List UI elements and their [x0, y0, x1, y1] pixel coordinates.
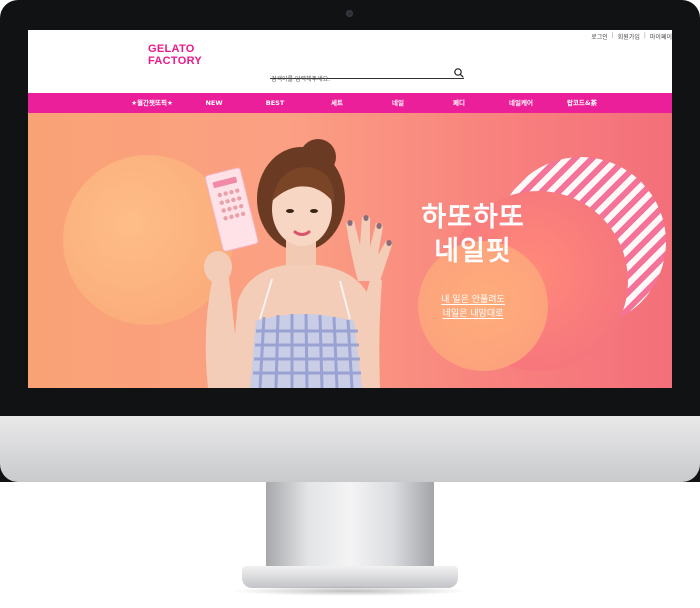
nav-item-set[interactable]: 세트 — [331, 93, 343, 113]
hero-title: 하또하또 네일핏 — [358, 201, 588, 269]
monitor-bezel: 로그인 | 회원가입 | 마이페이 GELATO FACTORY ★월간챗또픽★… — [0, 0, 700, 482]
nav-item-collab[interactable]: 랍코드&茶 — [567, 93, 597, 113]
stand-shadow — [230, 586, 470, 596]
top-utility-links: 로그인 | 회원가입 | 마이페이 — [591, 32, 672, 41]
monitor-chin — [0, 416, 700, 482]
monitor-stand-base — [242, 566, 458, 588]
monitor-stand-neck — [266, 482, 434, 572]
webcam-icon — [346, 10, 353, 17]
hero-subtitle: 내 일은 안풀려도 네일은 내맘대로 — [358, 293, 588, 321]
search-bar — [270, 66, 465, 86]
nav-item-pedi[interactable]: 페디 — [453, 93, 465, 113]
nav-item-nail-care[interactable]: 네일케어 — [509, 93, 533, 113]
nav-item-new[interactable]: NEW — [205, 93, 222, 113]
login-link[interactable]: 로그인 — [591, 32, 608, 41]
main-nav: ★월간챗또픽★ NEW BEST 세트 네일 페디 네일케어 랍코드&茶 — [28, 93, 672, 113]
search-input[interactable] — [270, 73, 440, 86]
logo-line2: FACTORY — [148, 55, 203, 67]
logo-line1: GELATO — [148, 43, 195, 55]
mypage-link[interactable]: 마이페이 — [650, 32, 672, 41]
nav-item-monthly-pick[interactable]: ★월간챗또픽★ — [131, 93, 173, 113]
divider: | — [611, 32, 614, 39]
hero-sub-line1: 내 일은 안풀려도 — [441, 295, 505, 305]
site-logo[interactable]: GELATO FACTORY — [148, 43, 218, 67]
search-icon[interactable] — [453, 67, 465, 79]
signup-link[interactable]: 회원가입 — [618, 32, 640, 41]
hero-title-line2: 네일핏 — [434, 236, 512, 267]
nav-item-nail[interactable]: 네일 — [392, 93, 404, 113]
browser-screen: 로그인 | 회원가입 | 마이페이 GELATO FACTORY ★월간챗또픽★… — [28, 30, 672, 388]
nav-item-best[interactable]: BEST — [266, 93, 285, 113]
hero-sub-line2: 네일은 내맘대로 — [442, 309, 504, 319]
hero-banner[interactable]: 하또하또 네일핏 내 일은 안풀려도 네일은 내맘대로 — [28, 113, 672, 388]
divider: | — [643, 32, 646, 39]
hero-title-line1: 하또하또 — [421, 202, 525, 233]
